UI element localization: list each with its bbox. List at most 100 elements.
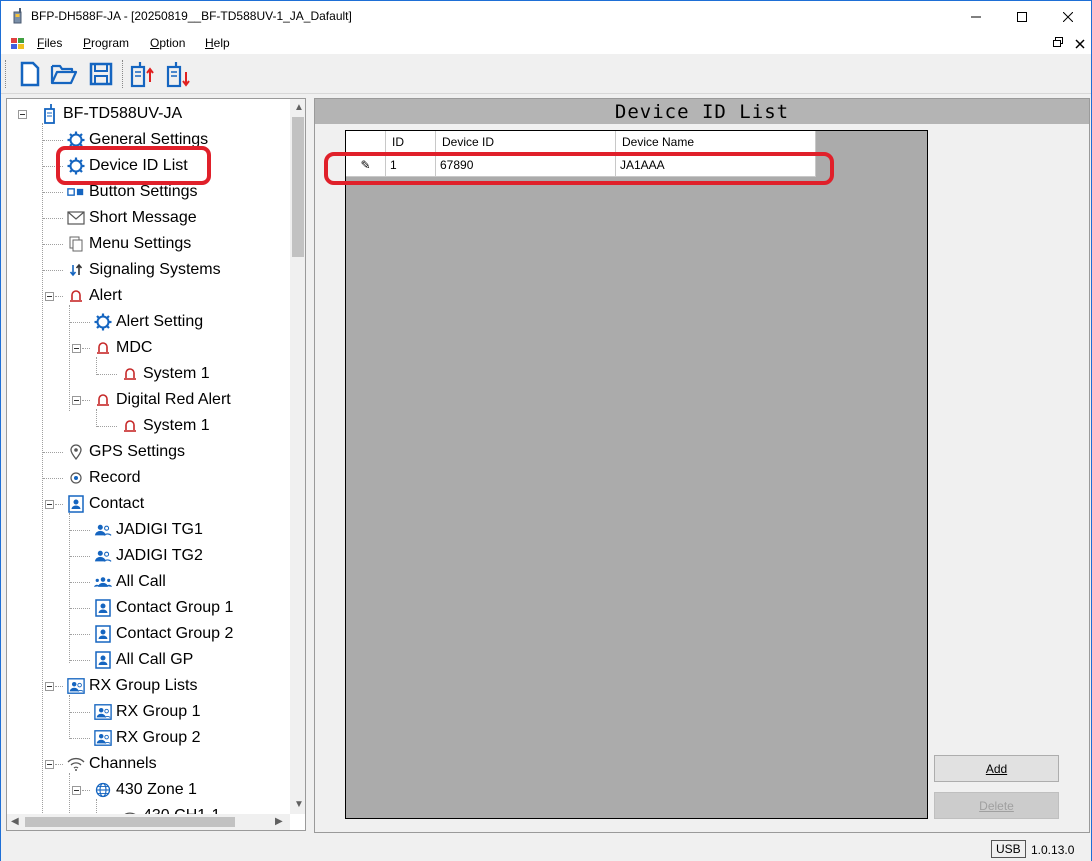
- tree-line: [97, 426, 117, 427]
- tree-line: [55, 686, 63, 687]
- device-id-grid[interactable]: ID Device ID Device Name ✎ 1 67890 JA1AA…: [345, 130, 928, 819]
- settings-tree[interactable]: BF-TD588UV-JA General Settings Device ID…: [6, 98, 306, 831]
- tree-label: Menu Settings: [89, 235, 192, 252]
- mdi-restore-button[interactable]: [1053, 36, 1063, 50]
- panel-header: Device ID List: [315, 99, 1089, 124]
- tree-line: [42, 123, 43, 819]
- new-file-button[interactable]: [15, 59, 45, 89]
- bell-icon: [94, 339, 112, 357]
- expander-mdc[interactable]: [72, 344, 81, 353]
- rx-group-icon: [94, 703, 112, 721]
- highlight-annotation: [324, 152, 834, 185]
- expander-root[interactable]: [18, 110, 27, 119]
- tree-item-jadigi-tg1[interactable]: JADIGI TG1: [94, 518, 203, 542]
- toolbar-grip[interactable]: [5, 60, 8, 88]
- tree-line: [82, 400, 90, 401]
- tree-item-record[interactable]: Record: [67, 466, 141, 490]
- tree-item-signaling-systems[interactable]: Signaling Systems: [67, 258, 221, 282]
- scroll-up-arrow-icon[interactable]: ▲: [294, 102, 304, 113]
- tree-label: Contact: [89, 495, 145, 512]
- bell-icon: [121, 365, 139, 383]
- scroll-right-arrow-icon[interactable]: ▶: [275, 816, 283, 827]
- tree-item-all-call[interactable]: All Call: [94, 570, 166, 594]
- child-window-icon[interactable]: [11, 38, 25, 50]
- tree-item-channels[interactable]: Channels: [67, 752, 157, 776]
- expander-digital-red-alert[interactable]: [72, 396, 81, 405]
- tree-label: Contact Group 1: [116, 599, 234, 616]
- tree-line: [43, 218, 63, 219]
- tree-root[interactable]: BF-TD588UV-JA: [41, 102, 182, 126]
- tree-label: Record: [89, 469, 141, 486]
- tree-line: [70, 660, 90, 661]
- menu-help[interactable]: Help: [205, 36, 230, 50]
- tree-item-alert-setting[interactable]: Alert Setting: [94, 310, 203, 334]
- tree-line: [43, 452, 63, 453]
- version-label: 1.0.13.0: [1031, 843, 1075, 857]
- tree-item-contact[interactable]: Contact: [67, 492, 144, 516]
- menu-program[interactable]: Program: [83, 36, 129, 50]
- tree-item-contact-group-1[interactable]: Contact Group 1: [94, 596, 233, 620]
- open-folder-icon: [50, 64, 78, 85]
- mdi-close-button[interactable]: [1075, 36, 1085, 54]
- expander-430-zone-1[interactable]: [72, 786, 81, 795]
- grid-header: ID Device ID Device Name: [346, 131, 816, 154]
- tree-item-digital-red-alert[interactable]: Digital Red Alert: [94, 388, 231, 412]
- location-icon: [67, 443, 85, 461]
- tree-item-rx-group-1[interactable]: RX Group 1: [94, 700, 200, 724]
- bell-icon: [94, 391, 112, 409]
- menu-option[interactable]: Option: [150, 36, 185, 50]
- column-header-id[interactable]: ID: [386, 131, 436, 154]
- save-icon: [89, 62, 113, 86]
- scroll-left-arrow-icon[interactable]: ◀: [11, 816, 19, 827]
- tree-item-430-zone-1[interactable]: 430 Zone 1: [94, 778, 197, 802]
- expander-channels[interactable]: [45, 760, 54, 769]
- highlight-annotation: [56, 146, 211, 185]
- tree-label: BF-TD588UV-JA: [63, 105, 183, 122]
- write-to-radio-button[interactable]: [127, 59, 157, 89]
- column-header-device-id[interactable]: Device ID: [436, 131, 616, 154]
- tree-item-contact-group-2[interactable]: Contact Group 2: [94, 622, 233, 646]
- expander-contact[interactable]: [45, 500, 54, 509]
- expander-rx-group-lists[interactable]: [45, 682, 54, 691]
- tree-item-rx-group-2[interactable]: RX Group 2: [94, 726, 200, 750]
- tree-horizontal-scrollbar[interactable]: ◀ ▶: [7, 814, 290, 830]
- close-button[interactable]: [1045, 1, 1091, 32]
- read-from-radio-button[interactable]: [163, 59, 193, 89]
- tree-item-all-call-gp[interactable]: All Call GP: [94, 648, 193, 672]
- scrollbar-thumb[interactable]: [292, 117, 304, 257]
- tree-label: System 1: [143, 365, 210, 382]
- tree-line: [70, 608, 90, 609]
- tree-item-jadigi-tg2[interactable]: JADIGI TG2: [94, 544, 203, 568]
- tree-item-dra-system-1[interactable]: System 1: [121, 414, 210, 438]
- tree-vertical-scrollbar[interactable]: ▲ ▼: [290, 99, 305, 814]
- save-button[interactable]: [86, 59, 116, 89]
- tree-item-menu-settings[interactable]: Menu Settings: [67, 232, 191, 256]
- delete-button[interactable]: Delete: [934, 792, 1059, 819]
- tree-label: GPS Settings: [89, 443, 186, 460]
- tree-line: [97, 374, 117, 375]
- tree-line: [69, 773, 70, 817]
- scrollbar-thumb[interactable]: [25, 817, 235, 827]
- menu-bar: Files Program Option Help: [1, 32, 1091, 54]
- rx-group-icon: [94, 729, 112, 747]
- tree-line: [82, 790, 90, 791]
- tree-item-alert[interactable]: Alert: [67, 284, 122, 308]
- tree-item-gps-settings[interactable]: GPS Settings: [67, 440, 185, 464]
- maximize-button[interactable]: [999, 1, 1045, 32]
- tree-label: Contact Group 2: [116, 625, 234, 642]
- open-file-button[interactable]: [49, 59, 79, 89]
- tree-item-short-message[interactable]: Short Message: [67, 206, 197, 230]
- tree-line: [70, 738, 90, 739]
- tree-item-mdc[interactable]: MDC: [94, 336, 152, 360]
- tree-item-rx-group-lists[interactable]: RX Group Lists: [67, 674, 197, 698]
- minimize-button[interactable]: [953, 1, 999, 32]
- tree-item-mdc-system-1[interactable]: System 1: [121, 362, 210, 386]
- scroll-down-arrow-icon[interactable]: ▼: [294, 799, 304, 810]
- column-header-device-name[interactable]: Device Name: [616, 131, 816, 154]
- row-header-column[interactable]: [346, 131, 386, 154]
- group-icon: [94, 547, 112, 565]
- add-button[interactable]: Add: [934, 755, 1059, 782]
- expander-alert[interactable]: [45, 292, 54, 301]
- menu-files[interactable]: Files: [37, 36, 62, 50]
- tree-line: [69, 695, 70, 739]
